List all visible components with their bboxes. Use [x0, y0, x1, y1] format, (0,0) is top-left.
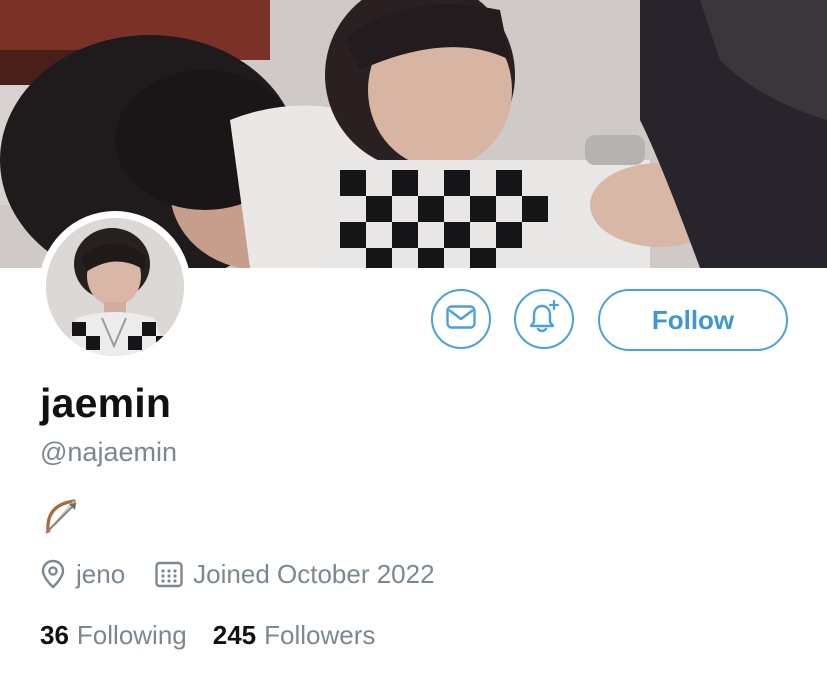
follow-button[interactable]: Follow	[598, 289, 788, 351]
profile-avatar[interactable]	[39, 211, 191, 363]
following-link[interactable]: 36 Following	[40, 620, 187, 651]
location-pin-icon	[40, 559, 66, 589]
envelope-icon	[446, 304, 476, 334]
avatar-image	[46, 218, 184, 356]
calendar-icon	[155, 560, 183, 588]
joined-date-label: Joined October 2022	[193, 558, 435, 589]
profile-meta-row: jeno Joined October 2022	[40, 556, 435, 592]
profile-page: Follow jaemin @najaemin jeno Joined Octo…	[0, 0, 827, 690]
location-label: jeno	[76, 558, 126, 589]
following-label: Following	[76, 619, 187, 650]
message-button[interactable]	[431, 289, 491, 349]
followers-link[interactable]: 245 Followers	[213, 620, 376, 651]
followers-count: 245	[212, 619, 257, 650]
notifications-button[interactable]	[514, 289, 574, 349]
followers-label: Followers	[264, 619, 376, 650]
following-count: 36	[40, 619, 69, 650]
follow-stats: 36 Following 245 Followers	[40, 617, 375, 653]
user-handle: @najaemin	[40, 437, 177, 467]
bio-bow-and-arrow-icon	[42, 497, 82, 537]
display-name: jaemin	[40, 380, 172, 426]
bell-plus-icon	[528, 299, 560, 339]
